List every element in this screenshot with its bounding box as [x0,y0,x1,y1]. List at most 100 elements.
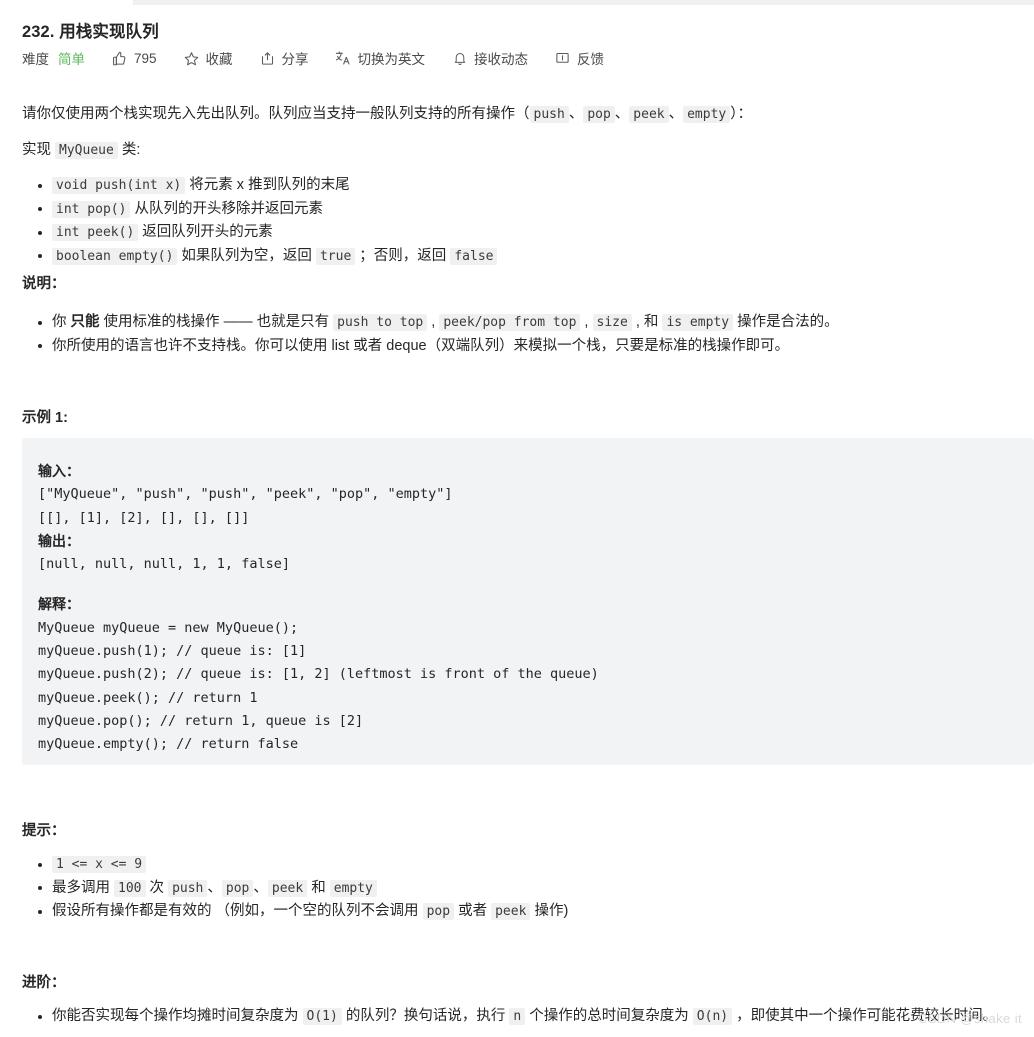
intro-paragraph-1: 请你仅使用两个栈实现先入先出队列。队列应当支持一般队列支持的所有操作（ push、… [22,103,1024,125]
list-item: 1 <= x <= 9 [38,853,568,877]
inline-code-n: n [509,1008,526,1025]
list-item: 最多调用 100 次 push、 pop、 peek 和 empty [38,877,568,901]
method-description: 如果队列为空，返回 [177,247,316,264]
intro-text-1-end: ）： [730,106,752,122]
inline-code-empty: empty [329,879,377,897]
feedback-icon [554,50,571,67]
difficulty-indicator: 难度 简单 [22,48,85,68]
method-description: 返回队列开头的元素 [138,224,273,240]
difficulty-value: 简单 [58,52,85,67]
share-button[interactable]: 分享 [259,48,309,68]
inline-code-pop: pop [422,903,455,920]
hint-3-post: 操作) [530,903,569,919]
intro-sep-3: 、 [668,106,684,122]
note-1-sep-1: , [427,314,440,330]
note-1-bold: 只能 [70,314,100,330]
example-output-line: [null, null, null, 1, 1, false] [38,556,290,573]
like-button[interactable]: 795 [111,50,157,67]
watermark: CSDN @shake it [917,1011,1022,1026]
list-item: int pop() 从队列的开头移除并返回元素 [38,198,497,222]
hint-2-mid-1: 次 [145,879,169,896]
example-explain-label: 解释： [38,596,80,613]
intro-text-1: 请你仅使用两个栈实现先入先出队列。队列应当支持一般队列支持的所有操作（ [22,106,530,122]
like-count: 795 [134,50,157,66]
favorite-label: 收藏 [205,52,233,67]
inline-code-push: push [529,106,569,123]
share-label: 分享 [281,52,309,67]
hint-3-mid: 或者 [454,903,492,919]
example-heading: 示例 1: [22,410,68,426]
inline-code-100: 100 [114,879,146,897]
problem-page: 232. 用栈实现队列 难度 简单 795 收藏 分享 切换为英文 接收动态 反… [0,0,1034,1037]
inline-code-peek: peek [267,879,308,897]
advanced-mid-2: 个操作的总时间复杂度为 [525,1008,693,1024]
notes-list: 你 只能 使用标准的栈操作 —— 也就是只有 push to top , pee… [0,311,839,357]
difficulty-label: 难度 [22,52,49,67]
method-list: void push(int x) 将元素 x 推到队列的末尾 int pop()… [0,174,498,268]
inline-code-push-to-top: push to top [333,314,428,331]
hints-heading: 提示： [22,823,66,839]
intro-sep-1: 、 [568,106,584,122]
hints-list: 1 <= x <= 9 最多调用 100 次 push、 pop、 peek 和 e… [0,853,568,924]
example-explain-line: myQueue.push(1); // queue is: [1] [38,643,307,660]
method-signature: void push(int x) [52,177,186,194]
note-1-mid: 使用标准的栈操作 —— 也就是只有 [99,314,334,330]
favorite-button[interactable]: 收藏 [183,48,233,68]
note-1-pre: 你 [52,314,71,330]
inline-code-peek: peek [491,903,531,920]
inline-code-pop: pop [221,879,254,897]
inline-code-push: push [168,879,208,897]
inline-code-peek: peek [629,106,669,123]
hint-2-pre: 最多调用 [52,879,115,896]
implement-suffix: 类: [117,142,141,158]
inline-code-peek-pop-from-top: peek/pop from top [439,314,581,331]
translate-icon [335,50,352,67]
advanced-heading: 进阶： [22,975,66,991]
inline-code-empty: empty [683,106,731,123]
meta-toolbar: 难度 简单 795 收藏 分享 切换为英文 接收动态 反馈 [22,48,630,68]
list-item: 你能否实现每个操作均摊时间复杂度为 O(1) 的队列？换句话说，执行 n 个操作… [38,1005,997,1029]
feedback-label: 反馈 [577,52,605,67]
translate-button[interactable]: 切换为英文 [335,48,426,68]
notes-heading: 说明： [22,276,66,292]
hint-2-sep-2: 、 [253,879,268,896]
method-signature: int pop() [52,200,131,218]
example-explain-line: myQueue.empty(); // return false [38,736,299,753]
inline-code-true: true [315,247,356,265]
translate-label: 切换为英文 [357,52,426,67]
bell-icon [451,50,468,67]
list-item: void push(int x) 将元素 x 推到队列的末尾 [38,174,497,198]
inline-code-on: O(n) [692,1008,733,1025]
method-description-2: ；否则，返回 [355,247,451,264]
list-item: 你所使用的语言也许不支持栈。你可以使用 list 或者 deque（双端队列）来… [38,335,839,358]
thumbs-up-icon [111,50,128,67]
example-explain-line: myQueue.push(2); // queue is: [1, 2] (le… [38,666,599,683]
inline-code-size: size [592,314,632,331]
list-item: 你 只能 使用标准的栈操作 —— 也就是只有 push to top , pee… [38,311,839,335]
example-output-label: 输出： [38,532,80,549]
feedback-button[interactable]: 反馈 [554,48,604,68]
code-spacer [38,576,1034,593]
inline-code-false: false [450,247,498,265]
note-1-sep-3: , 和 [631,314,663,330]
inline-code-pop: pop [583,106,615,123]
note-2-text: 你所使用的语言也许不支持栈。你可以使用 list 或者 deque（双端队列）来… [52,337,790,354]
method-description: 从队列的开头移除并返回元素 [130,200,323,217]
advanced-mid-1: 的队列？换句话说，执行 [341,1008,510,1024]
page-title: 232. 用栈实现队列 [22,23,159,41]
hint-2-sep-1: 、 [207,879,222,896]
subscribe-button[interactable]: 接收动态 [451,48,528,68]
share-icon [259,50,276,67]
example-code-block: 输入： ["MyQueue", "push", "push", "peek", … [22,438,1034,765]
intro-paragraph-2: 实现 MyQueue 类: [22,139,140,161]
hint-3-pre: 假设所有操作都是有效的 （例如，一个空的队列不会调用 [52,903,423,919]
example-explain-line: MyQueue myQueue = new MyQueue(); [38,619,299,636]
example-input-line: [[], [1], [2], [], [], []] [38,509,250,526]
method-signature: int peek() [52,224,139,241]
note-1-post: 操作是合法的。 [733,314,839,330]
advanced-pre: 你能否实现每个操作均摊时间复杂度为 [52,1008,303,1024]
hint-constraint-range: 1 <= x <= 9 [52,856,147,873]
example-input-line: ["MyQueue", "push", "push", "peek", "pop… [38,486,453,503]
inline-code-o1: O(1) [302,1008,342,1025]
intro-sep-2: 、 [614,106,630,122]
